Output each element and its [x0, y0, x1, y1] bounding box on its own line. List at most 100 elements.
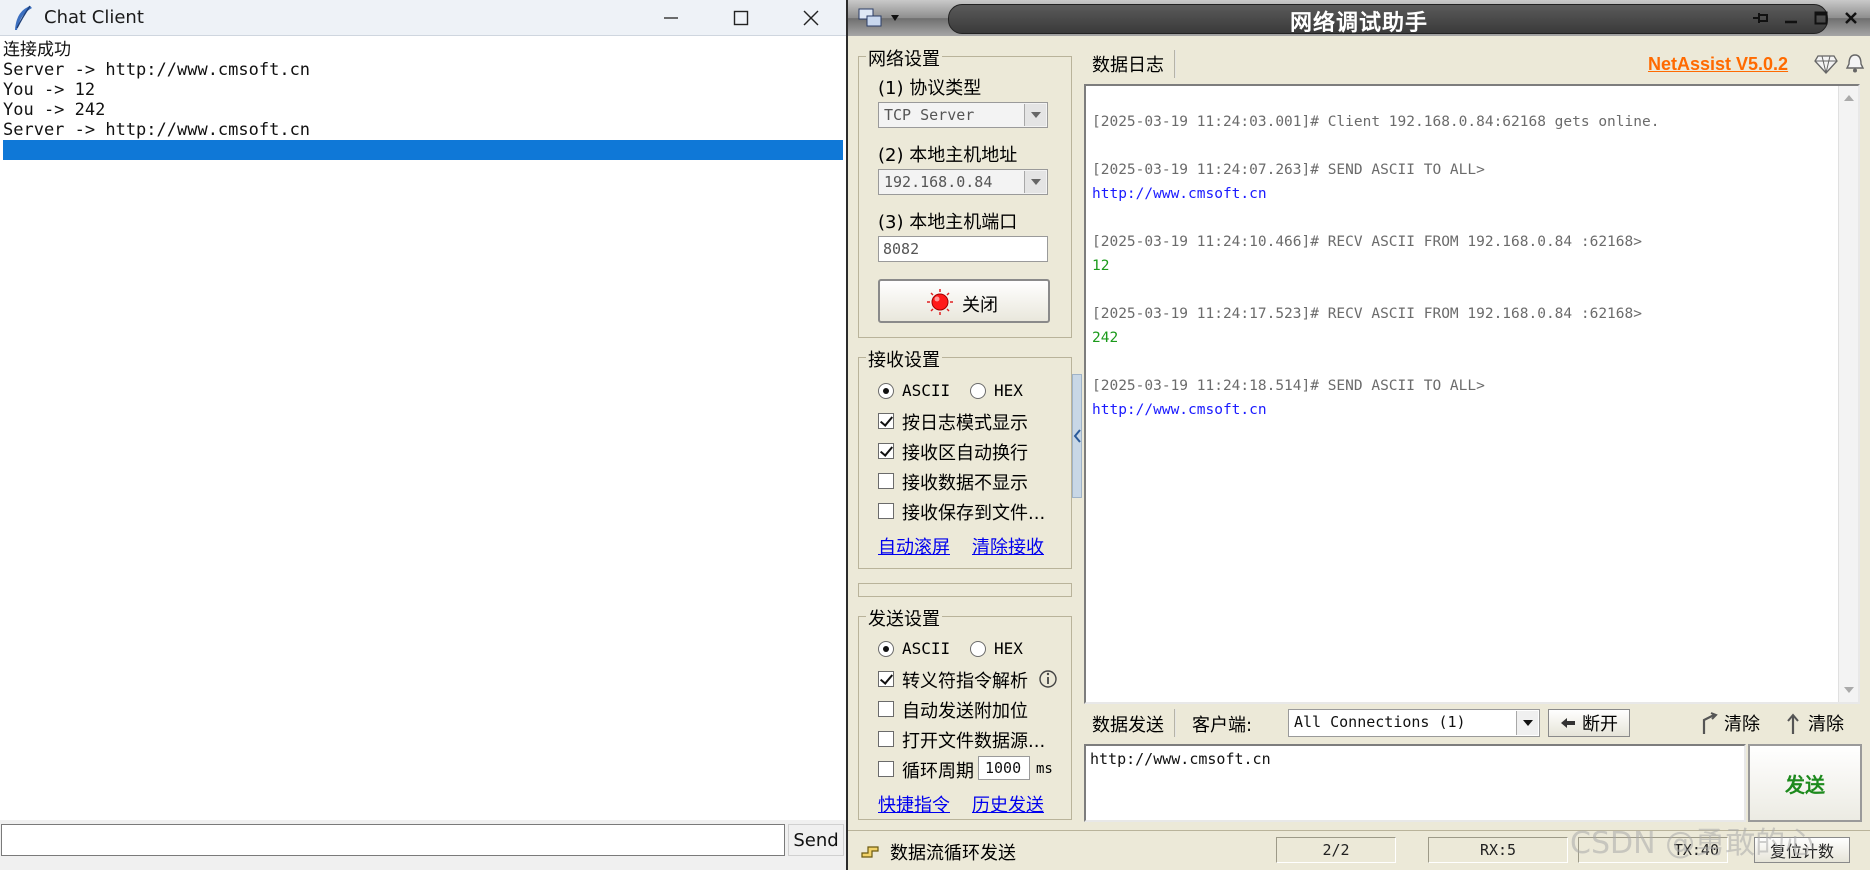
port-label: (3) 本地主机端口 [878, 212, 1018, 233]
collapse-panel-handle[interactable] [1072, 374, 1082, 498]
protocol-select[interactable]: TCP Server [878, 102, 1048, 128]
chevron-left-icon [1073, 429, 1081, 443]
log-entry: 242 [1092, 330, 1119, 346]
network-settings-title: 网络设置 [866, 45, 942, 71]
save-file-checkbox[interactable] [878, 503, 894, 519]
send-hex-radio[interactable] [970, 641, 986, 657]
port-value: 8082 [883, 240, 920, 258]
send-settings-title: 发送设置 [866, 605, 942, 631]
auto-append-label: 自动发送附加位 [902, 701, 1028, 722]
tab-separator [1174, 709, 1176, 737]
send-button[interactable]: Send [788, 824, 844, 856]
send-button[interactable]: 发送 [1748, 744, 1862, 822]
client-select[interactable]: All Connections (1) [1288, 709, 1540, 737]
close-icon [803, 10, 819, 26]
auto-append-checkbox[interactable] [878, 701, 894, 717]
message-input[interactable] [1, 824, 785, 856]
disconnect-button[interactable]: 断开 [1548, 709, 1630, 737]
chevron-down-icon [1024, 171, 1046, 193]
cycle-checkbox[interactable] [878, 761, 894, 777]
recv-ascii-label: ASCII [902, 381, 951, 400]
log-mode-checkbox[interactable] [878, 413, 894, 429]
log-scrollbar[interactable] [1838, 86, 1858, 702]
client-label: 客户端: [1192, 715, 1253, 736]
tab-data-log[interactable]: 数据日志 [1092, 51, 1164, 77]
autoscroll-link[interactable]: 自动滚屏 [878, 533, 950, 559]
arrow-left-icon [1561, 718, 1575, 728]
host-value: 192.168.0.84 [884, 173, 993, 191]
protocol-value: TCP Server [884, 106, 975, 124]
collapsed-section[interactable] [858, 583, 1072, 597]
chat-log[interactable]: 连接成功 Server -> http://www.cmsoft.cn You … [0, 38, 846, 818]
clear-send-button[interactable]: 清除 [1784, 709, 1844, 737]
cycle-label: 循环周期 [902, 761, 974, 782]
clear-receive-button[interactable]: 清除 [1700, 709, 1760, 737]
selected-line-highlight [3, 140, 843, 160]
port-input[interactable]: 8082 [878, 236, 1048, 262]
shortcut-link[interactable]: 快捷指令 [878, 791, 950, 817]
escape-parse-checkbox[interactable] [878, 671, 894, 687]
close-connection-label: 关闭 [962, 295, 998, 316]
hide-data-checkbox[interactable] [878, 473, 894, 489]
maximize-button[interactable] [706, 0, 776, 36]
window-title: Chat Client [44, 7, 144, 28]
watermark-text: CSDN @勇敢的心 [1570, 826, 1816, 861]
log-mode-label: 按日志模式显示 [902, 413, 1028, 434]
netassist-titlebar[interactable]: 网络调试助手 [848, 0, 1870, 36]
send-ascii-radio[interactable] [878, 641, 894, 657]
open-file-checkbox[interactable] [878, 731, 894, 747]
clear-receive-link[interactable]: 清除接收 [972, 533, 1044, 559]
close-button[interactable] [776, 0, 846, 36]
page-counter: 2/2 [1276, 837, 1396, 863]
diamond-icon[interactable] [1814, 54, 1838, 74]
log-line: You -> 12 [3, 80, 96, 100]
hide-data-label: 接收数据不显示 [902, 473, 1028, 494]
cycle-period-input[interactable]: 1000 [978, 756, 1030, 780]
chat-titlebar[interactable]: Chat Client [0, 0, 846, 36]
minimize-icon [1785, 20, 1797, 24]
version-link[interactable]: NetAssist V5.0.2 [1648, 54, 1788, 75]
open-file-label: 打开文件数据源... [902, 731, 1046, 752]
tab-separator [1174, 50, 1176, 78]
tab-data-send[interactable]: 数据发送 [1092, 711, 1164, 737]
send-ascii-label: ASCII [902, 639, 951, 658]
protocol-label: (1) 协议类型 [878, 78, 982, 99]
send-text-area[interactable]: http://www.cmsoft.cn [1084, 744, 1746, 822]
disconnect-label: 断开 [1582, 714, 1618, 735]
chat-input-row: Send [0, 820, 846, 860]
host-select[interactable]: 192.168.0.84 [878, 169, 1048, 195]
log-line: Server -> http://www.cmsoft.cn [3, 60, 311, 80]
cycle-period-value: 1000 [985, 759, 1022, 777]
maximize-icon [733, 10, 749, 26]
send-text-value: http://www.cmsoft.cn [1090, 750, 1271, 768]
scroll-down-icon[interactable] [1844, 686, 1854, 694]
recv-hex-label: HEX [994, 381, 1023, 400]
info-icon[interactable] [1038, 669, 1058, 689]
clear1-label: 清除 [1724, 714, 1760, 735]
log-entry: http://www.cmsoft.cn [1092, 402, 1267, 418]
send-hex-label: HEX [994, 639, 1023, 658]
close-button[interactable] [1840, 7, 1862, 29]
receive-settings-title: 接收设置 [866, 346, 942, 372]
auto-wrap-checkbox[interactable] [878, 443, 894, 459]
recv-ascii-radio[interactable] [878, 383, 894, 399]
close-icon [1845, 12, 1857, 24]
feather-icon [15, 5, 32, 30]
data-log-area[interactable]: [2025-03-19 11:24:03.001]# Client 192.16… [1084, 84, 1860, 704]
close-connection-button[interactable]: 关闭 [878, 279, 1050, 323]
bottom-edge [0, 860, 846, 870]
maximize-button[interactable] [1810, 7, 1832, 29]
pin-button[interactable] [1750, 7, 1772, 29]
scroll-up-icon[interactable] [1844, 94, 1854, 102]
save-file-label: 接收保存到文件... [902, 503, 1046, 524]
netassist-window: 网络调试助手 网络设置 (1) 协议类型 TCP Server (2) 本地主机… [848, 0, 1870, 870]
cycle-send-status: 数据流循环发送 [890, 843, 1016, 864]
minimize-button[interactable] [636, 0, 706, 36]
recv-hex-radio[interactable] [970, 383, 986, 399]
log-entry: [2025-03-19 11:24:03.001]# Client 192.16… [1092, 114, 1660, 130]
bell-icon[interactable] [1844, 52, 1866, 74]
minimize-button[interactable] [1780, 7, 1802, 29]
log-entry: [2025-03-19 11:24:10.466]# RECV ASCII FR… [1092, 234, 1642, 250]
history-link[interactable]: 历史发送 [972, 791, 1044, 817]
chevron-down-icon [1516, 711, 1538, 735]
